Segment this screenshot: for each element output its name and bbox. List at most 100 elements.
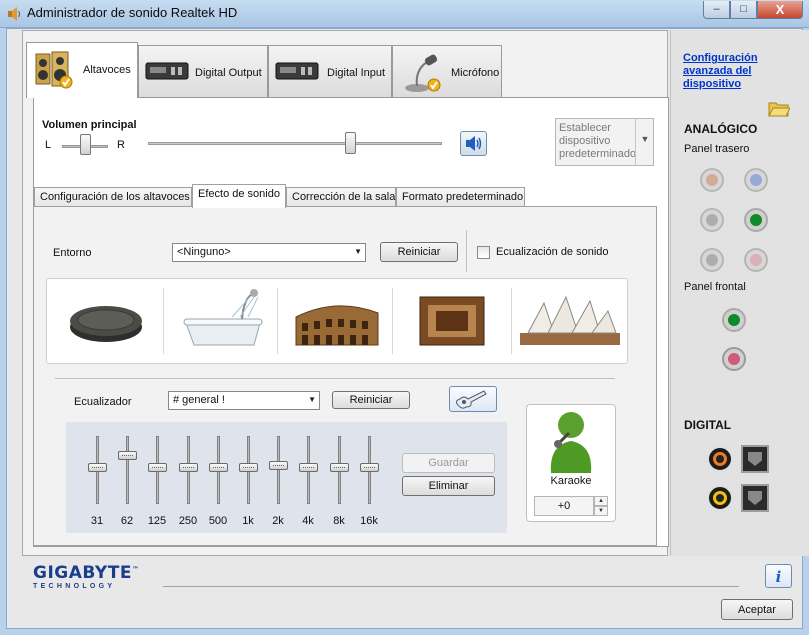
rear-gray-jack[interactable] (700, 208, 724, 232)
sewer-pipe-icon[interactable] (398, 283, 508, 357)
info-icon: i (776, 568, 782, 586)
eq-slider-thumb[interactable] (299, 463, 318, 472)
subtab-correccion-sala[interactable]: Corrección de la sala (286, 187, 396, 207)
environment-label: Entorno (53, 247, 92, 259)
spdif-in-optical-icon[interactable] (741, 484, 769, 512)
tab-microfono[interactable]: Micrófono (392, 45, 502, 97)
equalizer-preset-select[interactable]: # general ! ▼ (168, 391, 320, 410)
divider (511, 288, 512, 354)
eq-slider-62[interactable] (126, 436, 129, 504)
tab-label: Digital Input (327, 67, 386, 79)
eq-band-label: 500 (208, 515, 228, 527)
eq-band-label: 62 (120, 515, 134, 527)
environment-select[interactable]: <Ninguno> ▼ (172, 243, 366, 262)
sound-equalization-checkbox[interactable] (477, 246, 490, 259)
rear-orange-jack[interactable] (700, 168, 724, 192)
eq-slider-thumb[interactable] (209, 463, 228, 472)
digital-device-icon (275, 62, 319, 80)
guitar-icon (455, 390, 487, 409)
window-title: Administrador de sonido Realtek HD (27, 5, 238, 20)
tab-label: Micrófono (451, 67, 500, 79)
analog-title: ANALÓGICO (684, 122, 758, 136)
accept-button[interactable]: Aceptar (721, 599, 793, 620)
rear-blue-jack[interactable] (744, 168, 768, 192)
equalizer-reset-button[interactable]: Reiniciar (332, 391, 410, 409)
volume-slider-thumb[interactable] (345, 132, 356, 154)
environment-select-value: <Ninguno> (177, 246, 231, 258)
opera-house-icon[interactable] (514, 283, 624, 357)
spdif-out-coax-icon[interactable] (706, 445, 734, 473)
front-pink-jack[interactable] (722, 347, 746, 371)
front-panel-label: Panel frontal (684, 281, 746, 293)
volume-slider[interactable] (148, 142, 442, 145)
karaoke-pitch-input[interactable]: +0 (534, 496, 594, 516)
pitch-down-button[interactable]: ▼ (594, 506, 608, 516)
mute-button[interactable] (460, 131, 487, 156)
spdif-out-optical-icon[interactable] (741, 445, 769, 473)
eq-slider-thumb[interactable] (118, 451, 137, 460)
rear-black-jack[interactable] (700, 248, 724, 272)
minimize-button[interactable]: ‒ (703, 1, 730, 19)
info-button[interactable]: i (765, 564, 792, 588)
eq-band-label: 2k (272, 515, 284, 527)
tab-digital-input[interactable]: Digital Input (268, 45, 392, 97)
eq-slider-thumb[interactable] (148, 463, 167, 472)
brand-subtitle: TECHNOLOGY (33, 583, 116, 590)
eq-slider-2k[interactable] (277, 436, 280, 504)
eq-slider-thumb[interactable] (239, 463, 258, 472)
chevron-down-icon[interactable]: ▼ (635, 118, 654, 166)
eq-slider-thumb[interactable] (179, 463, 198, 472)
balance-slider-thumb[interactable] (80, 134, 91, 155)
subtab-configuracion-altavoces[interactable]: Configuración de los altavoces (34, 187, 192, 207)
balance-left-label: L (45, 139, 52, 151)
close-button[interactable]: X (757, 1, 803, 19)
tab-label: Altavoces (83, 64, 131, 76)
divider (392, 288, 393, 354)
divider (466, 230, 467, 272)
tab-altavoces[interactable]: Altavoces (26, 42, 138, 98)
bathtub-icon[interactable] (168, 283, 278, 357)
guitar-mode-button[interactable] (449, 386, 497, 412)
brand-logo: GIGABYTE™ (33, 563, 139, 583)
eq-band-label: 1k (242, 515, 254, 527)
divider (55, 378, 615, 379)
save-button[interactable]: Guardar (402, 453, 495, 473)
environment-reset-button[interactable]: Reiniciar (380, 242, 458, 262)
stone-disc-icon[interactable] (52, 283, 162, 357)
equalizer-label: Ecualizador (74, 396, 132, 408)
microphone-icon (405, 54, 441, 92)
delete-button[interactable]: Eliminar (402, 476, 495, 496)
eq-band-label: 125 (147, 515, 167, 527)
info-glyph: i (776, 568, 782, 586)
eq-slider-thumb[interactable] (360, 463, 379, 472)
eq-slider-thumb[interactable] (269, 461, 288, 470)
subtab-formato-predeterminado[interactable]: Formato predeterminado (396, 187, 525, 207)
colosseum-icon[interactable] (282, 283, 392, 357)
subtab-efecto-sonido[interactable]: Efecto de sonido (192, 184, 286, 208)
brand-name: GIGABYTE (33, 563, 132, 583)
balance-right-label: R (117, 139, 125, 151)
rear-pink-jack[interactable] (744, 248, 768, 272)
spdif-in-coax-icon[interactable] (706, 484, 734, 512)
divider (277, 288, 278, 354)
pitch-up-button[interactable]: ▲ (594, 496, 608, 506)
title-bar: Administrador de sonido Realtek HD (0, 0, 809, 28)
eq-slider-thumb[interactable] (330, 463, 349, 472)
rear-green-jack[interactable] (744, 208, 768, 232)
tab-label: Digital Output (195, 67, 262, 79)
brand-trademark: ™ (131, 565, 140, 574)
equalizer-preset-value: # general ! (173, 394, 225, 406)
maximize-button[interactable]: □ (730, 1, 757, 19)
volume-label: Volumen principal (42, 119, 137, 131)
eq-band-label: 4k (302, 515, 314, 527)
sound-equalization-label: Ecualización de sonido (496, 246, 609, 258)
tab-digital-output[interactable]: Digital Output (138, 45, 268, 97)
speakers-icon (35, 51, 73, 89)
karaoke-label: Karaoke (550, 475, 592, 487)
advanced-settings-link[interactable]: Configuración avanzada del dispositivo (683, 52, 763, 91)
front-green-jack[interactable] (722, 308, 746, 332)
chevron-down-icon: ▼ (308, 395, 316, 404)
folder-icon[interactable] (768, 99, 790, 117)
eq-slider-thumb[interactable] (88, 463, 107, 472)
digital-device-icon (145, 62, 189, 80)
